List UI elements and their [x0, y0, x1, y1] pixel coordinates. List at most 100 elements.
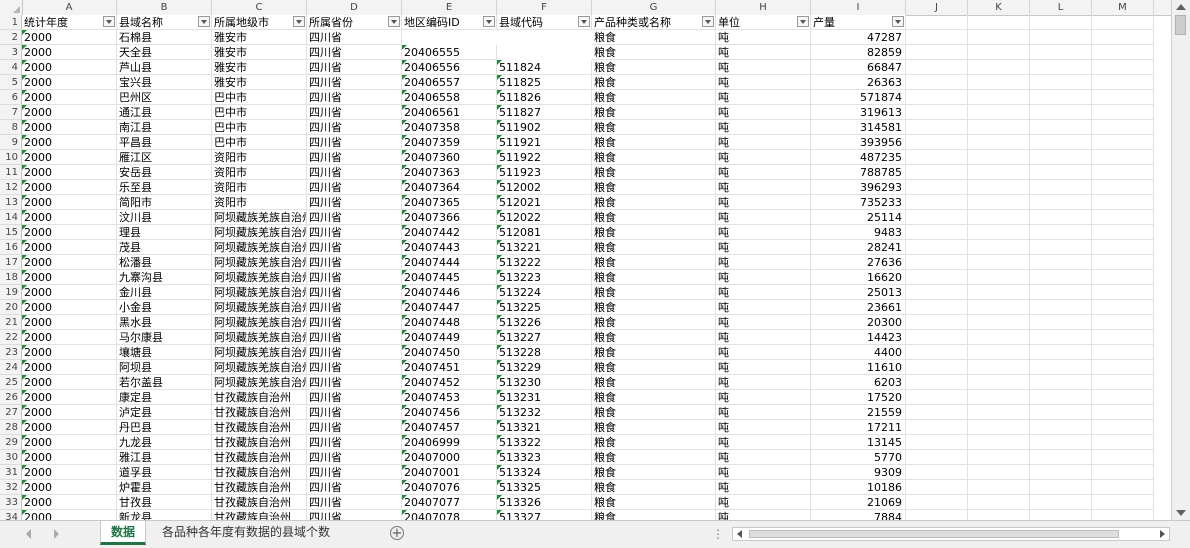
- empty-cell[interactable]: [906, 450, 968, 465]
- table-cell[interactable]: 石棉县: [117, 30, 212, 45]
- table-cell[interactable]: 吨: [716, 270, 811, 285]
- table-cell[interactable]: 吨: [716, 435, 811, 450]
- row-number[interactable]: 16: [0, 240, 22, 255]
- empty-cell[interactable]: [1030, 195, 1092, 210]
- filter-dropdown-icon[interactable]: [578, 16, 590, 27]
- empty-cell[interactable]: [1092, 510, 1154, 520]
- empty-cell[interactable]: [906, 210, 968, 225]
- table-cell[interactable]: 20300: [811, 315, 906, 330]
- row-number[interactable]: 32: [0, 480, 22, 495]
- row-number[interactable]: 14: [0, 210, 22, 225]
- table-cell[interactable]: 571874: [811, 90, 906, 105]
- empty-cell[interactable]: [906, 360, 968, 375]
- empty-cell[interactable]: [1030, 120, 1092, 135]
- table-cell[interactable]: 四川省: [307, 195, 402, 210]
- row-number[interactable]: 12: [0, 180, 22, 195]
- empty-cell[interactable]: [968, 480, 1030, 495]
- empty-cell[interactable]: [1092, 390, 1154, 405]
- table-cell[interactable]: 四川省: [307, 330, 402, 345]
- table-cell[interactable]: 吨: [716, 30, 811, 45]
- empty-cell[interactable]: [968, 465, 1030, 480]
- empty-cell[interactable]: [1092, 420, 1154, 435]
- empty-cell[interactable]: [1030, 375, 1092, 390]
- table-cell[interactable]: 314581: [811, 120, 906, 135]
- table-cell[interactable]: 粮食: [592, 165, 716, 180]
- empty-cell[interactable]: [906, 90, 968, 105]
- empty-cell[interactable]: [968, 255, 1030, 270]
- table-cell[interactable]: 粮食: [592, 270, 716, 285]
- empty-cell[interactable]: [906, 390, 968, 405]
- header-cell[interactable]: 所属省份: [307, 15, 402, 30]
- table-cell[interactable]: 25013: [811, 285, 906, 300]
- row-number[interactable]: 11: [0, 165, 22, 180]
- table-cell[interactable]: 粮食: [592, 495, 716, 510]
- column-header-I[interactable]: I: [811, 0, 906, 15]
- column-header-K[interactable]: K: [968, 0, 1030, 15]
- table-cell[interactable]: 巴州区: [117, 90, 212, 105]
- table-cell[interactable]: 四川省: [307, 255, 402, 270]
- empty-cell[interactable]: [1092, 375, 1154, 390]
- table-cell[interactable]: 粮食: [592, 30, 716, 45]
- table-cell[interactable]: 小金县: [117, 300, 212, 315]
- empty-cell[interactable]: [968, 405, 1030, 420]
- empty-cell[interactable]: [906, 135, 968, 150]
- row-number[interactable]: 27: [0, 405, 22, 420]
- table-cell[interactable]: 21069: [811, 495, 906, 510]
- table-cell[interactable]: 四川省: [307, 510, 402, 520]
- table-cell[interactable]: 粮食: [592, 345, 716, 360]
- add-sheet-icon[interactable]: +: [390, 526, 404, 540]
- table-cell[interactable]: 壤塘县: [117, 345, 212, 360]
- filter-dropdown-icon[interactable]: [103, 16, 115, 27]
- table-cell[interactable]: 四川省: [307, 450, 402, 465]
- table-cell[interactable]: 吨: [716, 285, 811, 300]
- row-number[interactable]: 24: [0, 360, 22, 375]
- table-cell[interactable]: 粮食: [592, 330, 716, 345]
- empty-cell[interactable]: [1092, 225, 1154, 240]
- column-header-L[interactable]: L: [1030, 0, 1092, 15]
- empty-cell[interactable]: [906, 30, 968, 45]
- table-cell[interactable]: 2000: [22, 495, 117, 510]
- table-cell[interactable]: 雁江区: [117, 150, 212, 165]
- row-number[interactable]: 8: [0, 120, 22, 135]
- row-number[interactable]: 25: [0, 375, 22, 390]
- header-cell[interactable]: 县域名称: [117, 15, 212, 30]
- table-cell[interactable]: 17520: [811, 390, 906, 405]
- table-cell[interactable]: 粮食: [592, 180, 716, 195]
- table-cell[interactable]: 粮食: [592, 435, 716, 450]
- table-cell[interactable]: 2000: [22, 345, 117, 360]
- empty-cell[interactable]: [1030, 510, 1092, 520]
- table-cell[interactable]: 粮食: [592, 135, 716, 150]
- empty-cell[interactable]: [968, 390, 1030, 405]
- table-cell[interactable]: 四川省: [307, 135, 402, 150]
- empty-cell[interactable]: [968, 435, 1030, 450]
- column-header-E[interactable]: E: [402, 0, 497, 15]
- table-cell[interactable]: 四川省: [307, 225, 402, 240]
- empty-cell[interactable]: [1092, 495, 1154, 510]
- empty-cell[interactable]: [1092, 345, 1154, 360]
- table-cell[interactable]: 吨: [716, 420, 811, 435]
- empty-cell[interactable]: [906, 285, 968, 300]
- table-cell[interactable]: 甘孜藏族自治州: [212, 510, 307, 520]
- table-cell[interactable]: 吨: [716, 375, 811, 390]
- table-cell[interactable]: 甘孜藏族自治州: [212, 450, 307, 465]
- empty-cell[interactable]: [968, 450, 1030, 465]
- column-header-C[interactable]: C: [212, 0, 307, 15]
- row-number[interactable]: 29: [0, 435, 22, 450]
- table-cell[interactable]: 粮食: [592, 225, 716, 240]
- table-cell[interactable]: 粮食: [592, 195, 716, 210]
- empty-cell[interactable]: [906, 45, 968, 60]
- table-cell[interactable]: 788785: [811, 165, 906, 180]
- vertical-scrollbar[interactable]: [1171, 0, 1190, 520]
- table-cell[interactable]: 四川省: [307, 435, 402, 450]
- table-cell[interactable]: 13145: [811, 435, 906, 450]
- table-cell[interactable]: 吨: [716, 360, 811, 375]
- empty-cell[interactable]: [1092, 255, 1154, 270]
- empty-cell[interactable]: [968, 300, 1030, 315]
- table-cell[interactable]: 吨: [716, 165, 811, 180]
- table-cell[interactable]: 乐至县: [117, 180, 212, 195]
- table-cell[interactable]: 2000: [22, 75, 117, 90]
- empty-cell[interactable]: [1092, 330, 1154, 345]
- table-cell[interactable]: 2000: [22, 105, 117, 120]
- table-cell[interactable]: 雅安市: [212, 45, 307, 60]
- header-cell[interactable]: 地区编码ID: [402, 15, 497, 30]
